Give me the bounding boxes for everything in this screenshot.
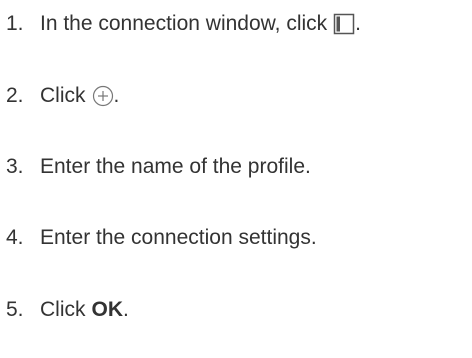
step-text: In the connection window, click	[40, 12, 328, 35]
step-text: Click	[40, 84, 86, 107]
step-number: 4.	[6, 226, 24, 249]
step-text: Click	[40, 298, 86, 321]
step-text: Enter the name of the profile.	[40, 155, 311, 178]
step-suffix: .	[355, 12, 362, 35]
step-suffix: .	[123, 298, 129, 321]
step-number: 3.	[6, 155, 24, 178]
step-5: 5. Click OK .	[0, 290, 129, 330]
step-4: 4. Enter the connection settings.	[0, 218, 317, 258]
step-number: 2.	[6, 84, 24, 107]
step-1: 1. In the connection window, click .	[0, 4, 361, 44]
step-suffix: .	[113, 84, 120, 107]
step-number: 1.	[6, 12, 24, 35]
step-3: 3. Enter the name of the profile.	[0, 147, 311, 187]
step-2: 2. Click .	[0, 76, 119, 116]
ok-label: OK	[91, 298, 124, 321]
step-text: Enter the connection settings.	[40, 226, 317, 249]
add-circle-icon	[92, 85, 114, 107]
sidebar-panel-icon	[333, 13, 355, 35]
step-number: 5.	[6, 298, 24, 321]
